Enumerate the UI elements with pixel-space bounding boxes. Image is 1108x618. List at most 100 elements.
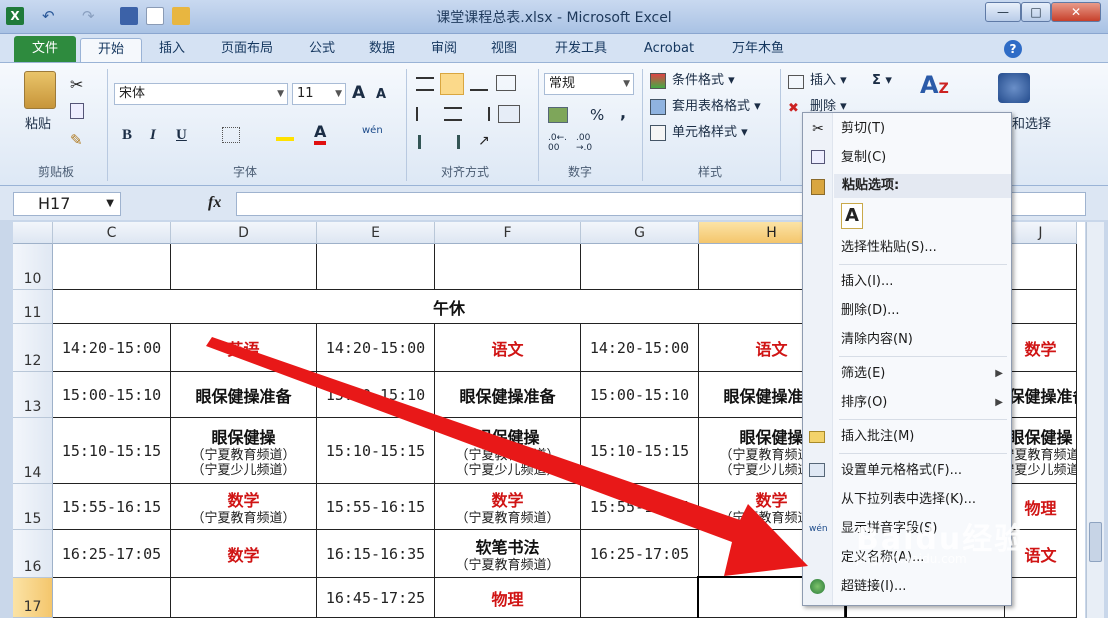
cell-f13[interactable]: 眼保健操准备: [435, 372, 581, 418]
align-bottom-icon[interactable]: [470, 77, 488, 91]
cell-c16[interactable]: 16:25-17:05: [53, 530, 171, 578]
cell-c17[interactable]: [53, 578, 171, 618]
cell-g13[interactable]: 15:00-15:10: [581, 372, 699, 418]
cell-d10[interactable]: [171, 244, 317, 290]
table-format-icon[interactable]: [650, 99, 666, 115]
cut-icon[interactable]: ✂: [70, 75, 83, 94]
cell-e14[interactable]: 15:10-15:15: [317, 418, 435, 484]
comma-button[interactable]: ,: [620, 103, 626, 123]
column-header-e[interactable]: E: [317, 222, 435, 244]
tab-file[interactable]: 文件: [14, 36, 76, 62]
increase-indent-icon[interactable]: [444, 135, 460, 149]
shrink-font-button[interactable]: A: [376, 85, 386, 105]
menu-item-paste-special[interactable]: 选择性粘贴(S)...: [803, 235, 1011, 261]
cell-f16[interactable]: 软笔书法 （宁夏教育频道）: [435, 530, 581, 578]
accounting-format-icon[interactable]: [548, 107, 568, 123]
cell-d14[interactable]: 眼保健操 （宁夏教育频道） （宁夏少儿频道）: [171, 418, 317, 484]
cell-g10[interactable]: [581, 244, 699, 290]
cell-c14[interactable]: 15:10-15:15: [53, 418, 171, 484]
bold-button[interactable]: B: [122, 125, 132, 145]
column-header-c[interactable]: C: [53, 222, 171, 244]
copy-icon[interactable]: [70, 103, 84, 119]
cell-g14[interactable]: 15:10-15:15: [581, 418, 699, 484]
align-middle-icon[interactable]: [440, 73, 464, 95]
cell-c15[interactable]: 15:55-16:15: [53, 484, 171, 530]
menu-item-delete[interactable]: 删除(D)...: [803, 298, 1011, 324]
cell-g17[interactable]: [581, 578, 699, 618]
tab-developer[interactable]: 开发工具: [540, 38, 622, 62]
cell-c10[interactable]: [53, 244, 171, 290]
align-top-icon[interactable]: [416, 77, 434, 91]
cell-style-icon[interactable]: [650, 125, 666, 141]
tab-wannianmuyu[interactable]: 万年木鱼: [718, 38, 798, 62]
cell-e12[interactable]: 14:20-15:00: [317, 324, 435, 372]
cell-j14[interactable]: 眼保健操（宁夏教育频道）（宁夏少儿频道）: [1005, 418, 1077, 484]
cell-g12[interactable]: 14:20-15:00: [581, 324, 699, 372]
menu-item-filter[interactable]: 筛选(E) ▶: [803, 361, 1011, 387]
cell-d15[interactable]: 数学 （宁夏教育频道）: [171, 484, 317, 530]
insert-cells-button[interactable]: 插入 ▾: [810, 71, 847, 91]
column-header-j[interactable]: J: [1005, 222, 1077, 244]
help-icon[interactable]: ?: [1004, 40, 1022, 58]
name-box[interactable]: H17 ▼: [13, 192, 121, 216]
menu-item-copy[interactable]: 复制(C): [803, 145, 1011, 171]
cell-j10[interactable]: [1005, 244, 1077, 290]
minimize-button[interactable]: —: [985, 2, 1021, 22]
table-format-button[interactable]: 套用表格格式 ▾: [672, 97, 761, 117]
vertical-scrollbar[interactable]: [1086, 222, 1104, 618]
column-header-g[interactable]: G: [581, 222, 699, 244]
underline-button[interactable]: U: [176, 125, 187, 145]
row-header-12[interactable]: 12: [13, 324, 53, 372]
conditional-format-icon[interactable]: [650, 73, 666, 89]
menu-item-hyperlink[interactable]: 超链接(I)...: [803, 574, 1011, 600]
phonetic-button[interactable]: wén: [362, 121, 383, 141]
column-header-f[interactable]: F: [435, 222, 581, 244]
cell-e15[interactable]: 15:55-16:15: [317, 484, 435, 530]
paste-button[interactable]: 粘贴: [25, 115, 51, 135]
tab-formulas[interactable]: 公式: [296, 38, 348, 62]
find-binoculars-icon[interactable]: [998, 73, 1030, 103]
decrease-indent-icon[interactable]: [418, 135, 434, 149]
menu-item-insert[interactable]: 插入(I)...: [803, 269, 1011, 295]
cell-c12[interactable]: 14:20-15:00: [53, 324, 171, 372]
italic-button[interactable]: I: [150, 125, 156, 145]
cell-f14[interactable]: 眼保健操 （宁夏教育频道） （宁夏少儿频道）: [435, 418, 581, 484]
cell-d13[interactable]: 眼保健操准备: [171, 372, 317, 418]
cell-f15[interactable]: 数学 （宁夏教育频道）: [435, 484, 581, 530]
insert-cells-icon[interactable]: [788, 75, 804, 89]
maximize-button[interactable]: □: [1021, 2, 1051, 22]
conditional-format-button[interactable]: 条件格式 ▾: [672, 71, 735, 91]
find-select-button[interactable]: 和选择: [1012, 115, 1051, 135]
cell-d17[interactable]: [171, 578, 317, 618]
paste-icon[interactable]: [24, 71, 56, 109]
cell-j17[interactable]: [1005, 578, 1077, 618]
align-right-icon[interactable]: [472, 107, 490, 121]
cell-j12[interactable]: 数学: [1005, 324, 1077, 372]
row-header-10[interactable]: 10: [13, 244, 53, 290]
scrollbar-thumb[interactable]: [1089, 522, 1102, 562]
tab-acrobat[interactable]: Acrobat: [632, 38, 706, 62]
wrap-text-icon[interactable]: [496, 75, 516, 91]
decrease-decimal-button[interactable]: .00→.0: [576, 133, 598, 153]
row-header-17[interactable]: 17: [13, 578, 53, 618]
cell-f12[interactable]: 语文: [435, 324, 581, 372]
menu-item-cut[interactable]: ✂ 剪切(T): [803, 116, 1011, 142]
grow-font-button[interactable]: A: [352, 83, 365, 103]
row-header-16[interactable]: 16: [13, 530, 53, 578]
cell-d12[interactable]: 英语: [171, 324, 317, 372]
row-header-13[interactable]: 13: [13, 372, 53, 418]
cell-e16[interactable]: 16:15-16:35: [317, 530, 435, 578]
cell-e13[interactable]: 15:00-15:10: [317, 372, 435, 418]
font-name-select[interactable]: 宋体 ▼: [114, 83, 288, 105]
menu-item-format-cells[interactable]: 设置单元格格式(F)...: [803, 458, 1011, 484]
cell-f10[interactable]: [435, 244, 581, 290]
column-header-d[interactable]: D: [171, 222, 317, 244]
autosum-button[interactable]: Σ ▾: [872, 71, 892, 91]
cell-style-button[interactable]: 单元格样式 ▾: [672, 123, 748, 143]
tab-data[interactable]: 数据: [356, 38, 408, 62]
align-left-icon[interactable]: [416, 107, 434, 121]
font-color-button[interactable]: A: [314, 123, 327, 145]
increase-decimal-button[interactable]: .0←.00: [548, 133, 568, 153]
close-button[interactable]: ✕: [1051, 2, 1101, 22]
cell-g15[interactable]: 15:55-16:15: [581, 484, 699, 530]
